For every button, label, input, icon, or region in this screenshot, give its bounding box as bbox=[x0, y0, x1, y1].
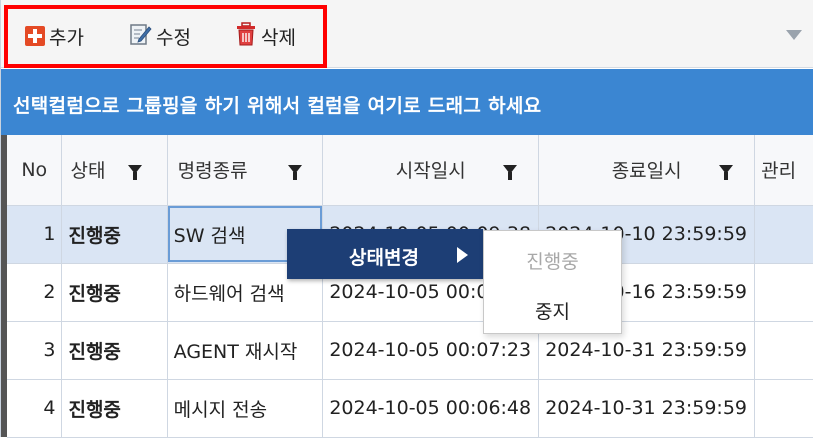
cell-manage bbox=[754, 321, 813, 380]
submenu-arrow-icon bbox=[457, 247, 468, 263]
submenu-item-stop[interactable]: 중지 bbox=[484, 297, 621, 324]
cell-no: 2 bbox=[7, 263, 63, 322]
table-row[interactable]: 3 진행중 AGENT 재시작 2024-10-05 00:07:23 2024… bbox=[7, 321, 813, 380]
cell-manage bbox=[754, 263, 813, 322]
cell-status: 진행중 bbox=[61, 263, 168, 322]
grid-table: No 상태 명령종류 시작일시 종료일시 관리 1 진행중 SW 검색 2024… bbox=[7, 135, 813, 438]
column-header-status[interactable]: 상태 bbox=[61, 135, 168, 206]
group-by-panel[interactable]: 선택컬럼으로 그룹핑을 하기 위해서 컬럼을 여기로 드래그 하세요 bbox=[1, 69, 813, 135]
cell-status: 진행중 bbox=[61, 379, 168, 438]
trash-icon bbox=[235, 21, 257, 51]
column-header-label: 명령종류 bbox=[177, 160, 248, 183]
column-header-start-time[interactable]: 시작일시 bbox=[322, 135, 540, 206]
header-row: No 상태 명령종류 시작일시 종료일시 관리 bbox=[7, 135, 813, 206]
plus-icon bbox=[25, 26, 45, 46]
context-menu-item-change-status[interactable]: 상태변경 bbox=[287, 229, 483, 279]
column-header-command-type[interactable]: 명령종류 bbox=[167, 135, 324, 206]
edit-icon bbox=[130, 22, 152, 51]
column-header-label: 종료일시 bbox=[611, 160, 682, 183]
add-button-label: 추가 bbox=[49, 26, 84, 49]
cell-manage bbox=[754, 205, 813, 264]
status-submenu: 진행중 중지 bbox=[483, 230, 622, 334]
filter-icon[interactable] bbox=[287, 165, 302, 180]
cell-no: 4 bbox=[7, 379, 63, 438]
column-header-no[interactable]: No bbox=[7, 135, 63, 206]
delete-button[interactable]: 삭제 bbox=[235, 21, 296, 51]
cell-status: 진행중 bbox=[61, 205, 168, 264]
toolbar-overflow-icon[interactable] bbox=[786, 30, 802, 40]
edit-button-label: 수정 bbox=[156, 26, 191, 49]
column-header-label: 관리 bbox=[761, 160, 797, 183]
cell-no: 1 bbox=[7, 205, 63, 264]
column-header-label: 상태 bbox=[70, 160, 106, 183]
command-list-window: 추가 수정 삭제 선택컬럼으로 그룹핑을 하기 위해서 컬럼을 여기로 드래그 … bbox=[0, 0, 813, 438]
table-row[interactable]: 4 진행중 메시지 전송 2024-10-05 00:06:48 2024-10… bbox=[7, 379, 813, 438]
column-header-manage[interactable]: 관리 bbox=[754, 135, 813, 206]
group-by-hint: 선택컬럼으로 그룹핑을 하기 위해서 컬럼을 여기로 드래그 하세요 bbox=[13, 95, 542, 117]
submenu-item-in-progress: 진행중 bbox=[526, 251, 579, 273]
filter-icon[interactable] bbox=[128, 165, 143, 180]
column-header-end-time[interactable]: 종료일시 bbox=[538, 135, 756, 206]
column-header-label: 시작일시 bbox=[395, 160, 466, 183]
cell-command-type: AGENT 재시작 bbox=[167, 321, 324, 380]
cell-command-type: 메시지 전송 bbox=[167, 379, 324, 438]
cell-start-time: 2024-10-05 00:06:48 bbox=[322, 379, 540, 438]
command-grid: No 상태 명령종류 시작일시 종료일시 관리 1 진행중 SW 검색 2024… bbox=[1, 135, 813, 438]
edit-button[interactable]: 수정 bbox=[130, 22, 191, 50]
filter-icon[interactable] bbox=[719, 165, 734, 180]
cell-manage bbox=[754, 379, 813, 438]
cell-status: 진행중 bbox=[61, 321, 168, 380]
filter-icon[interactable] bbox=[503, 165, 518, 180]
add-button[interactable]: 추가 bbox=[25, 22, 84, 50]
toolbar: 추가 수정 삭제 bbox=[1, 0, 813, 68]
cell-end-time: 2024-10-31 23:59:59 bbox=[538, 379, 756, 438]
context-menu-label: 상태변경 bbox=[349, 247, 419, 269]
delete-button-label: 삭제 bbox=[261, 26, 296, 49]
column-header-label: No bbox=[21, 158, 48, 181]
cell-no: 3 bbox=[7, 321, 63, 380]
